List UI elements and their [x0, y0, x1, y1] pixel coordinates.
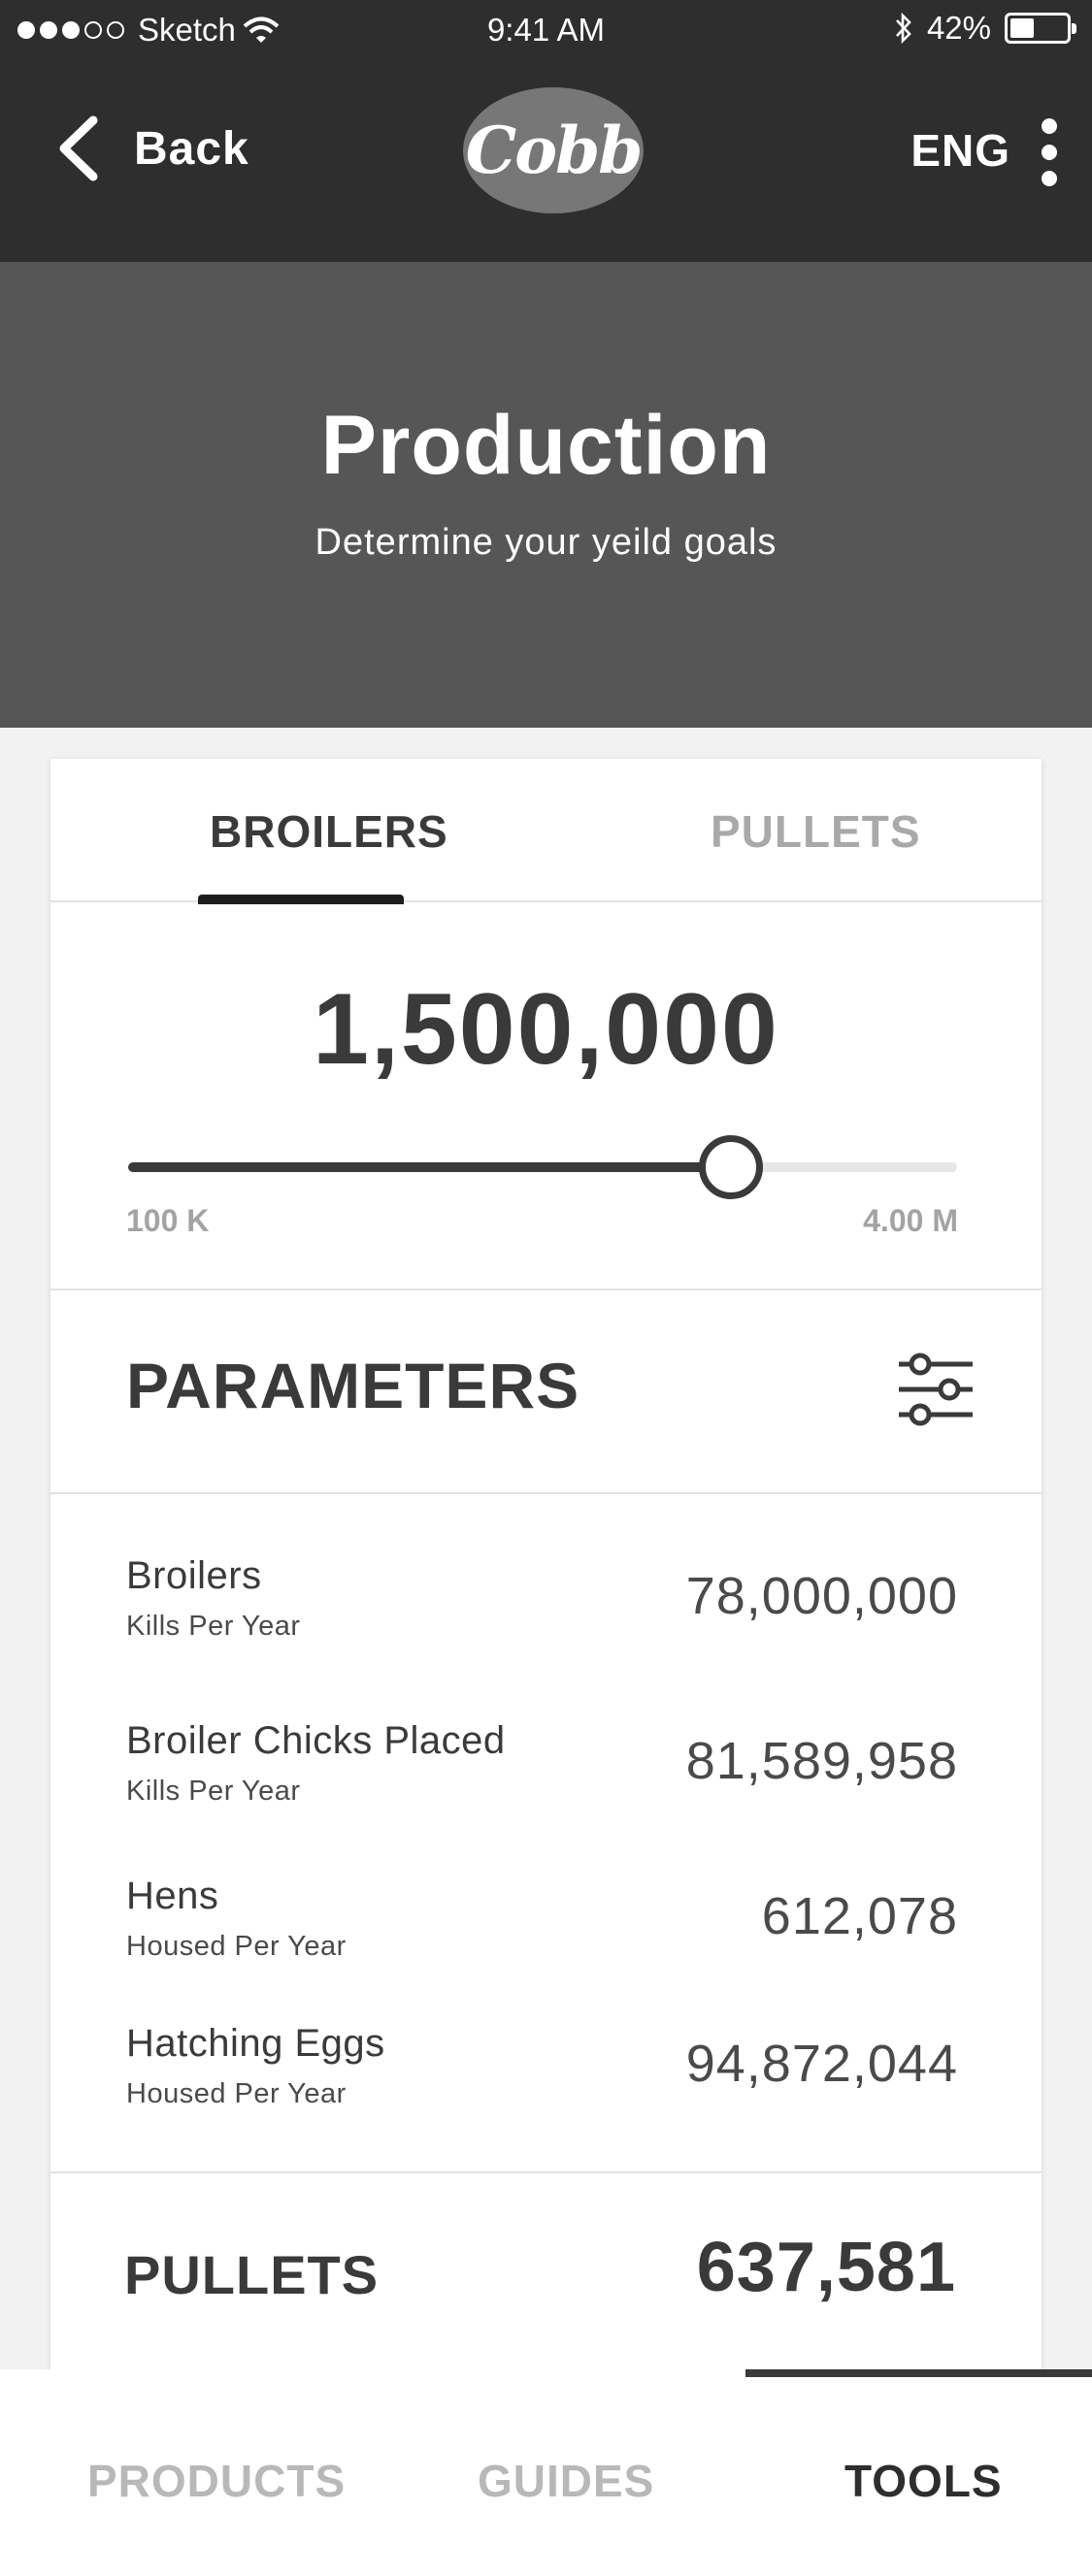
production-amount: 1,500,000: [313, 973, 779, 1086]
parameter-row: Broiler Chicks Placed Kills Per Year 81,…: [50, 1719, 1042, 1865]
chevron-left-icon: [59, 115, 98, 181]
parameter-value: 612,078: [761, 1887, 958, 1945]
tab-tools[interactable]: TOOLS: [844, 2455, 1003, 2507]
slider-filled-track: [128, 1162, 731, 1172]
divider: [50, 2171, 1042, 2173]
tab-products[interactable]: PRODUCTS: [87, 2455, 346, 2507]
parameter-sublabel: Housed Per Year: [126, 1931, 347, 1962]
logo-text: Cobb: [465, 113, 644, 188]
back-label: Back: [134, 122, 249, 175]
page-subtitle: Determine your yeild goals: [314, 522, 778, 563]
parameter-sublabel: Housed Per Year: [126, 2078, 347, 2109]
language-selector[interactable]: ENG: [910, 124, 1010, 177]
slider-min-label: 100 K: [126, 1203, 210, 1238]
bottom-tab-bar: PRODUCTS GUIDES TOOLS: [0, 2369, 1092, 2576]
production-slider[interactable]: [128, 1135, 957, 1199]
parameter-row: Broilers Kills Per Year 78,000,000: [50, 1554, 1042, 1700]
parameter-row: Hens Housed Per Year 612,078: [50, 1875, 1042, 2020]
status-right: 42%: [894, 10, 1076, 47]
production-card: BROILERS PULLETS 1,500,000 100 K 4.00 M …: [50, 759, 1042, 2408]
segment-tabs: BROILERS PULLETS: [50, 759, 1042, 904]
parameter-value: 94,872,044: [685, 2035, 958, 2093]
hero-banner: Production Determine your yeild goals: [0, 262, 1092, 728]
battery-percent: 42%: [926, 10, 991, 46]
divider: [50, 1492, 1042, 1494]
back-button[interactable]: Back: [56, 114, 249, 182]
divider: [50, 1288, 1042, 1290]
parameter-row: Hatching Eggs Housed Per Year 94,872,044: [50, 2022, 1042, 2168]
parameter-sublabel: Kills Per Year: [126, 1611, 301, 1642]
more-vertical-icon[interactable]: [1040, 118, 1059, 186]
nav-bar: Back Cobb ENG: [0, 64, 1092, 262]
slider-max-label: 4.00 M: [863, 1203, 958, 1238]
page-title: Production: [320, 399, 772, 492]
parameter-value: 81,589,958: [685, 1732, 958, 1790]
bluetooth-icon: [895, 12, 911, 45]
tab-broilers[interactable]: BROILERS: [210, 805, 448, 858]
slider-thumb[interactable]: [698, 1135, 763, 1199]
parameter-label: Hens: [126, 1875, 219, 1917]
tab-pullets[interactable]: PULLETS: [711, 805, 921, 858]
parameter-sublabel: Kills Per Year: [126, 1776, 301, 1807]
cobb-logo: Cobb: [463, 87, 644, 213]
parameter-value: 78,000,000: [685, 1567, 958, 1625]
top-bar: Sketch 9:41 AM 42% Back Cobb ENG: [0, 0, 1092, 262]
parameter-label: Broiler Chicks Placed: [126, 1719, 506, 1762]
sliders-icon[interactable]: [897, 1351, 975, 1428]
status-bar: Sketch 9:41 AM 42%: [0, 0, 1092, 64]
pullets-value: 637,581: [696, 2229, 956, 2306]
pullets-label: PULLETS: [124, 2244, 380, 2305]
parameter-label: Hatching Eggs: [126, 2022, 385, 2065]
battery-fill: [1010, 18, 1034, 38]
parameters-title: PARAMETERS: [126, 1350, 580, 1421]
battery-icon: [1005, 13, 1076, 44]
parameter-label: Broilers: [126, 1554, 262, 1597]
active-bottom-tab-indicator: [745, 2369, 1092, 2377]
active-tab-indicator: [198, 895, 404, 904]
tab-guides[interactable]: GUIDES: [478, 2455, 654, 2507]
